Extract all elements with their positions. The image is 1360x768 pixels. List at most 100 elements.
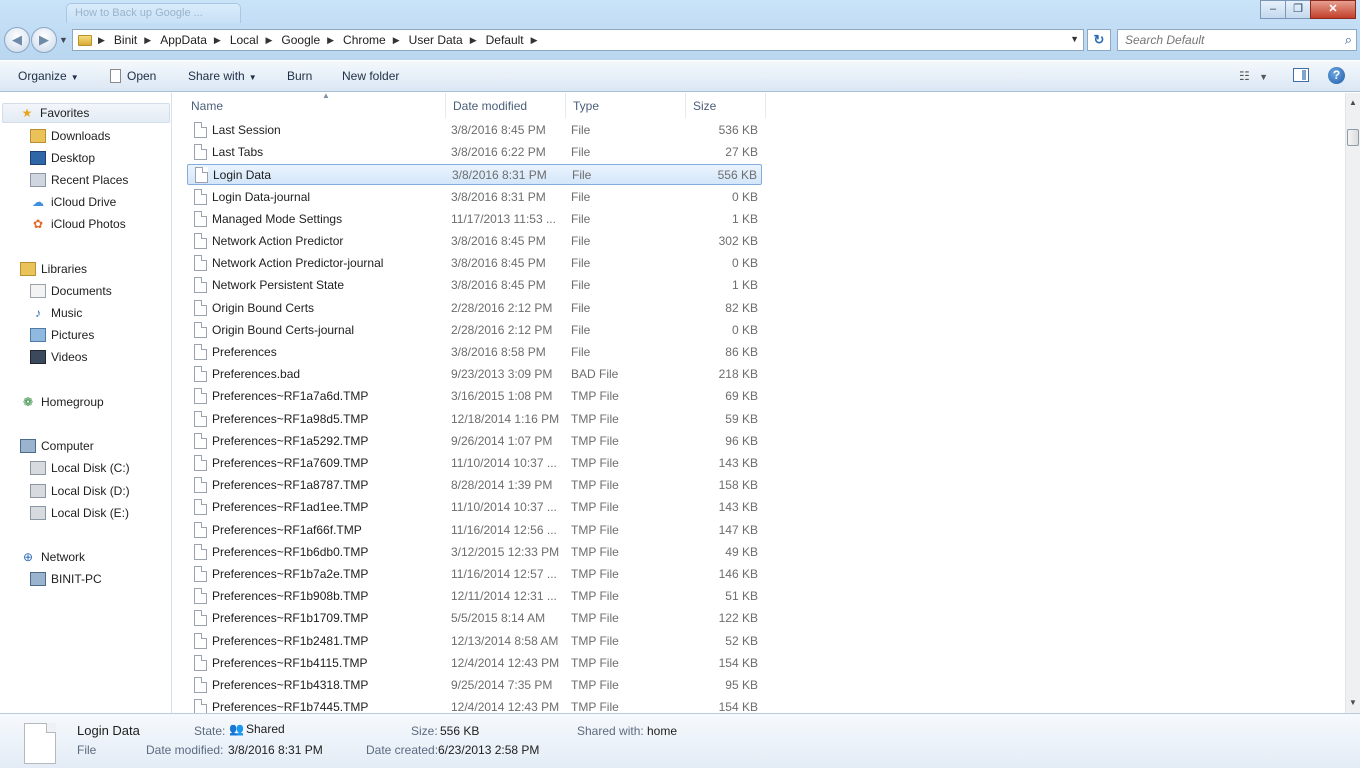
file-row[interactable]: Network Action Predictor 3/8/2016 8:45 PM… bbox=[187, 231, 762, 252]
help-icon[interactable]: ? bbox=[1328, 67, 1345, 84]
minimize-button[interactable]: – bbox=[1260, 0, 1286, 19]
sidebar-item-recent-places[interactable]: Recent Places bbox=[30, 170, 128, 190]
file-row[interactable]: Preferences~RF1af66f.TMP 11/16/2014 12:56… bbox=[187, 520, 762, 541]
forward-button[interactable]: ▶ bbox=[31, 27, 57, 53]
file-row[interactable]: Preferences~RF1ad1ee.TMP 11/10/2014 10:37… bbox=[187, 497, 762, 518]
file-row[interactable]: Preferences~RF1a7609.TMP 11/10/2014 10:37… bbox=[187, 453, 762, 474]
details-modified-label: Date modified: bbox=[146, 743, 224, 757]
file-date-modified: 3/8/2016 8:45 PM bbox=[451, 256, 546, 271]
scrollbar-thumb[interactable] bbox=[1347, 129, 1359, 146]
file-name: Preferences~RF1b908b.TMP bbox=[212, 589, 369, 604]
close-button[interactable]: ✕ bbox=[1310, 0, 1356, 19]
file-date-modified: 11/17/2013 11:53 ... bbox=[451, 211, 556, 226]
file-name: Preferences~RF1a7a6d.TMP bbox=[212, 389, 369, 404]
sidebar-item-local-disk-e[interactable]: Local Disk (E:) bbox=[30, 503, 129, 523]
change-view-button[interactable]: ☷ ▼ bbox=[1239, 69, 1268, 83]
file-name: Managed Mode Settings bbox=[212, 211, 343, 226]
file-row[interactable]: Preferences~RF1b7445.TMP 12/4/2014 12:43 … bbox=[187, 697, 762, 713]
maximize-button[interactable]: ❐ bbox=[1285, 0, 1311, 19]
sidebar-item-music[interactable]: ♪ Music bbox=[30, 303, 82, 323]
file-row[interactable]: Preferences~RF1a5292.TMP 9/26/2014 1:07 P… bbox=[187, 431, 762, 452]
vertical-scrollbar[interactable]: ▲ ▼ bbox=[1345, 93, 1360, 713]
file-row[interactable]: Managed Mode Settings 11/17/2013 11:53 ..… bbox=[187, 209, 762, 230]
file-icon bbox=[194, 210, 207, 227]
burn-button[interactable]: Burn bbox=[287, 69, 312, 83]
sidebar-item-desktop[interactable]: Desktop bbox=[30, 148, 95, 168]
file-name: Preferences~RF1b2481.TMP bbox=[212, 633, 369, 648]
file-row[interactable]: Preferences~RF1b4318.TMP 9/25/2014 7:35 P… bbox=[187, 675, 762, 696]
organize-button[interactable]: Organize ▼ bbox=[18, 69, 79, 83]
file-name: Preferences~RF1a8787.TMP bbox=[212, 478, 369, 493]
file-row[interactable]: Preferences~RF1b6db0.TMP 3/12/2015 12:33 … bbox=[187, 542, 762, 563]
file-row[interactable]: Last Session 3/8/2016 8:45 PM File 536 KB bbox=[187, 120, 762, 141]
file-icon bbox=[194, 677, 207, 693]
file-icon bbox=[194, 499, 207, 516]
sidebar-item-downloads[interactable]: Downloads bbox=[30, 126, 110, 146]
sidebar-item-icloud-drive[interactable]: ☁ iCloud Drive bbox=[30, 192, 116, 212]
share-with-button[interactable]: Share with ▼ bbox=[188, 69, 257, 83]
file-row[interactable]: Login Data 3/8/2016 8:31 PM File 556 KB bbox=[187, 164, 762, 186]
sidebar-libraries[interactable]: Libraries bbox=[20, 259, 87, 279]
breadcrumb-item[interactable]: AppData ▶ bbox=[160, 33, 230, 47]
file-row[interactable]: Preferences~RF1b7a2e.TMP 11/16/2014 12:57… bbox=[187, 564, 762, 585]
sidebar-item-pictures[interactable]: Pictures bbox=[30, 325, 94, 345]
file-row[interactable]: Network Persistent State 3/8/2016 8:45 PM… bbox=[187, 275, 762, 296]
file-row[interactable]: Preferences~RF1b1709.TMP 5/5/2015 8:14 AM… bbox=[187, 608, 762, 629]
file-row[interactable]: Login Data-journal 3/8/2016 8:31 PM File 0 … bbox=[187, 187, 762, 208]
sidebar-item-local-disk-d[interactable]: Local Disk (D:) bbox=[30, 481, 130, 501]
file-name: Preferences~RF1a7609.TMP bbox=[212, 456, 369, 470]
file-size: 122 KB bbox=[718, 611, 758, 626]
column-header-name[interactable]: Name ▲ bbox=[184, 93, 446, 118]
sidebar-homegroup[interactable]: ❁ Homegroup bbox=[20, 392, 104, 412]
scroll-up-arrow[interactable]: ▲ bbox=[1346, 95, 1360, 111]
file-row[interactable]: Network Action Predictor-journal 3/8/2016… bbox=[187, 253, 762, 274]
file-date-modified: 11/16/2014 12:56 ... bbox=[451, 522, 557, 537]
search-icon[interactable]: ⌕ bbox=[1345, 32, 1352, 48]
file-row[interactable]: Preferences.bad 9/23/2013 3:09 PM BAD File… bbox=[187, 364, 762, 385]
sidebar-computer[interactable]: Computer bbox=[20, 436, 94, 456]
file-row[interactable]: Preferences~RF1b4115.TMP 12/4/2014 12:43 … bbox=[187, 653, 762, 674]
search-box[interactable]: ⌕ bbox=[1117, 29, 1357, 51]
open-button[interactable]: Open bbox=[110, 69, 156, 83]
address-bar[interactable]: ▶ Binit ▶ AppData ▶ Local ▶ Google ▶ Chrome ▶… bbox=[72, 29, 1084, 51]
breadcrumb-item[interactable]: Google ▶ bbox=[281, 33, 343, 47]
breadcrumb-item[interactable]: User Data ▶ bbox=[409, 33, 486, 47]
new-folder-button[interactable]: New folder bbox=[342, 69, 399, 83]
file-row[interactable]: Preferences~RF1b908b.TMP 12/11/2014 12:31… bbox=[187, 586, 762, 607]
file-row[interactable]: Last Tabs 3/8/2016 6:22 PM File 27 KB bbox=[187, 142, 762, 163]
sidebar-item-local-disk-c[interactable]: Local Disk (C:) bbox=[30, 458, 130, 478]
file-row[interactable]: Preferences~RF1a7a6d.TMP 3/16/2015 1:08 P… bbox=[187, 386, 762, 407]
breadcrumb-item[interactable]: Chrome ▶ bbox=[343, 33, 409, 47]
column-header-date-modified[interactable]: Date modified bbox=[446, 93, 566, 118]
preview-pane-icon[interactable] bbox=[1293, 68, 1309, 82]
sidebar-favorites[interactable]: ★ Favorites bbox=[2, 103, 170, 123]
file-row[interactable]: Preferences~RF1b2481.TMP 12/13/2014 8:58 … bbox=[187, 631, 762, 652]
breadcrumb-item[interactable]: Default ▶ bbox=[486, 33, 547, 47]
column-header-type[interactable]: Type bbox=[566, 93, 686, 118]
sidebar-item-documents[interactable]: Documents bbox=[30, 281, 112, 301]
recent-pages-dropdown[interactable]: ▼ bbox=[59, 35, 68, 45]
file-row[interactable]: Preferences 3/8/2016 8:58 PM File 86 KB bbox=[187, 342, 762, 363]
drive-icon bbox=[30, 484, 46, 498]
back-button[interactable]: ◀ bbox=[4, 27, 30, 53]
file-icon bbox=[194, 344, 207, 360]
scroll-down-arrow[interactable]: ▼ bbox=[1346, 695, 1360, 711]
sidebar-item-icloud-photos[interactable]: ✿ iCloud Photos bbox=[30, 214, 126, 234]
file-row[interactable]: Origin Bound Certs 2/28/2016 2:12 PM File 8… bbox=[187, 298, 762, 319]
breadcrumb-item[interactable]: Local ▶ bbox=[230, 33, 282, 47]
sidebar-item-binit-pc[interactable]: BINIT-PC bbox=[30, 569, 102, 589]
breadcrumb-item[interactable]: Binit ▶ bbox=[114, 33, 160, 47]
refresh-button[interactable]: ↻ bbox=[1087, 29, 1111, 51]
sidebar-network[interactable]: ⊕ Network bbox=[20, 547, 85, 567]
file-date-modified: 3/8/2016 8:45 PM bbox=[451, 278, 546, 293]
address-history-dropdown[interactable]: ▼ bbox=[1070, 34, 1079, 44]
file-row[interactable]: Preferences~RF1a8787.TMP 8/28/2014 1:39 P… bbox=[187, 475, 762, 496]
search-input[interactable] bbox=[1118, 30, 1328, 50]
breadcrumb-root-arrow[interactable]: ▶ bbox=[96, 35, 114, 46]
file-name: Login Data-journal bbox=[212, 189, 311, 204]
sidebar-item-videos[interactable]: Videos bbox=[30, 347, 87, 367]
column-header-size[interactable]: Size bbox=[686, 93, 766, 118]
file-row[interactable]: Origin Bound Certs-journal 2/28/2016 2:12… bbox=[187, 320, 762, 341]
file-name: Origin Bound Certs-journal bbox=[212, 322, 355, 337]
file-row[interactable]: Preferences~RF1a98d5.TMP 12/18/2014 1:16 … bbox=[187, 409, 762, 430]
